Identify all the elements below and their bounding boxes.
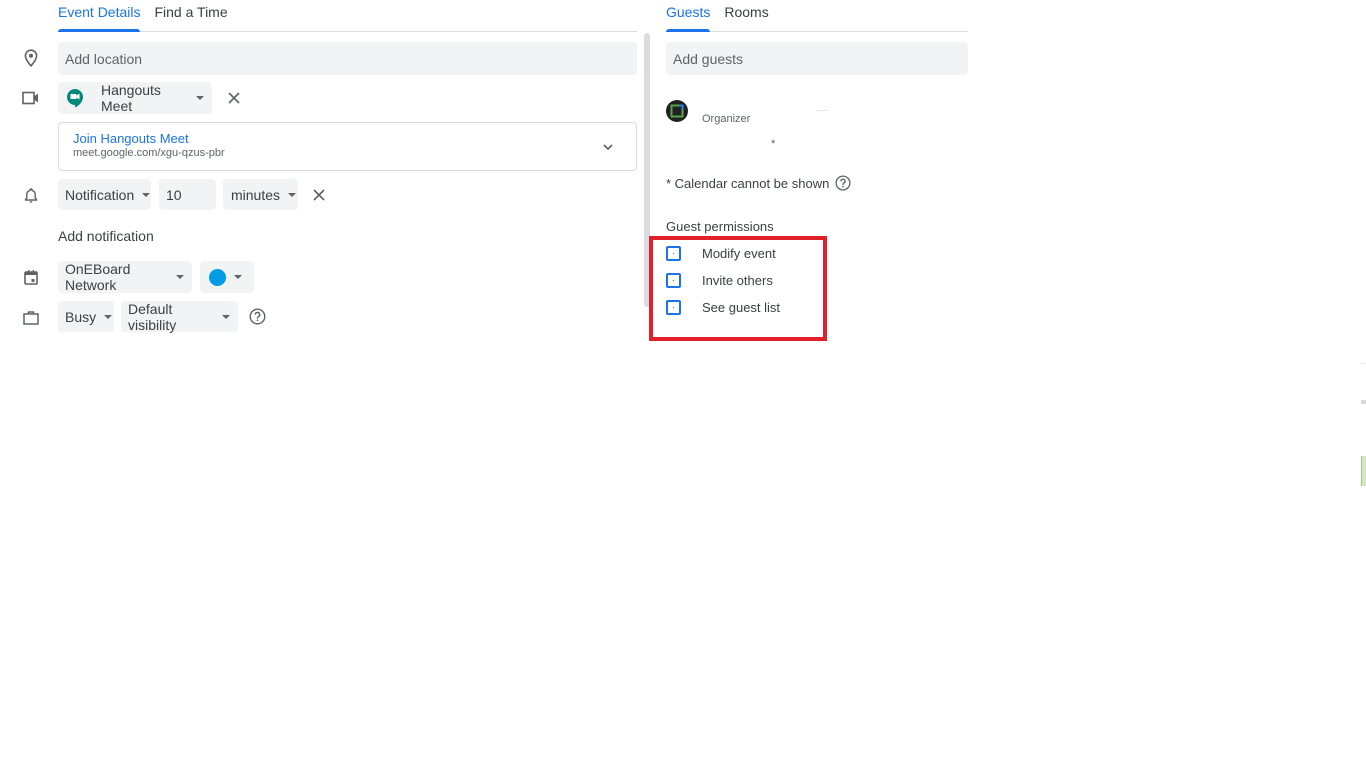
video-camera-icon [22, 89, 40, 107]
conference-provider-select[interactable]: Hangouts Meet [58, 82, 212, 114]
calendar-note-text: * Calendar cannot be shown [666, 175, 830, 191]
chevron-down-icon [196, 96, 204, 100]
bell-icon [22, 186, 40, 204]
add-guests-input[interactable]: Add guests [666, 42, 968, 75]
availability-select[interactable]: Busy [58, 301, 114, 332]
calendar-note: * Calendar cannot be shown [666, 175, 851, 191]
notification-amount-input[interactable]: 10 [159, 179, 216, 210]
conference-provider-label: Hangouts Meet [101, 82, 161, 114]
visibility-select[interactable]: Default visibility [121, 300, 238, 333]
meet-url: meet.google.com/xgu-qzus-pbr [73, 147, 225, 159]
help-icon [249, 308, 266, 325]
guest-tabs: Guests Rooms [666, 0, 968, 32]
chevron-down-icon [288, 192, 297, 197]
edge-sliver [1361, 400, 1366, 404]
chevron-down-icon [104, 314, 113, 319]
event-color-select[interactable] [200, 261, 254, 293]
calendar-unavailable-marker: * [771, 138, 776, 150]
add-notification-button[interactable]: Add notification [58, 228, 154, 244]
remove-notification-button[interactable] [311, 187, 327, 203]
edge-sliver [1361, 363, 1366, 364]
guest-name-placeholder [818, 110, 828, 111]
notification-type-select[interactable]: Notification [58, 179, 151, 210]
tab-guests[interactable]: Guests [666, 0, 711, 32]
visibility-label: Default visibility [128, 300, 177, 333]
availability-label: Busy [65, 308, 97, 325]
expand-meet-button[interactable] [602, 140, 614, 152]
calendar-help-button[interactable] [835, 175, 851, 191]
calendar-name: OnEBoard Network [65, 261, 131, 293]
close-icon [228, 92, 240, 104]
briefcase-icon [22, 308, 40, 326]
tab-rooms[interactable]: Rooms [724, 0, 768, 31]
add-guests-placeholder: Add guests [673, 50, 744, 67]
calendar-icon [22, 268, 40, 286]
organizer-label: Organizer [702, 113, 751, 125]
permissions-highlight-box [649, 236, 827, 341]
meet-join-card: Join Hangouts Meet meet.google.com/xgu-q… [58, 122, 637, 171]
hangouts-meet-icon [66, 88, 84, 108]
notification-type-label: Notification [65, 186, 135, 203]
location-placeholder: Add location [65, 50, 143, 67]
tab-event-details[interactable]: Event Details [58, 0, 141, 32]
join-meet-link[interactable]: Join Hangouts Meet [73, 131, 189, 146]
guest-permissions-title: Guest permissions [666, 219, 774, 234]
chevron-down-icon [222, 314, 230, 319]
tab-find-a-time[interactable]: Find a Time [154, 0, 227, 31]
calendar-select[interactable]: OnEBoard Network [58, 261, 192, 293]
event-tabs: Event Details Find a Time [58, 0, 637, 32]
notification-unit-label: minutes [231, 186, 281, 203]
help-icon [835, 175, 851, 191]
event-color-swatch [209, 268, 226, 286]
chevron-down-icon [234, 275, 242, 279]
remove-conference-button[interactable] [226, 90, 242, 106]
location-pin-icon [22, 49, 40, 67]
visibility-help-button[interactable] [249, 308, 266, 325]
notification-unit-select[interactable]: minutes [223, 179, 298, 210]
chevron-down-icon [142, 192, 151, 197]
chevron-down-icon [603, 144, 613, 151]
close-icon [313, 189, 325, 201]
chevron-down-icon [176, 275, 184, 279]
edge-sliver [1361, 456, 1366, 486]
notification-amount-value: 10 [166, 186, 182, 203]
location-input[interactable]: Add location [58, 42, 637, 75]
organizer-avatar [666, 100, 688, 122]
